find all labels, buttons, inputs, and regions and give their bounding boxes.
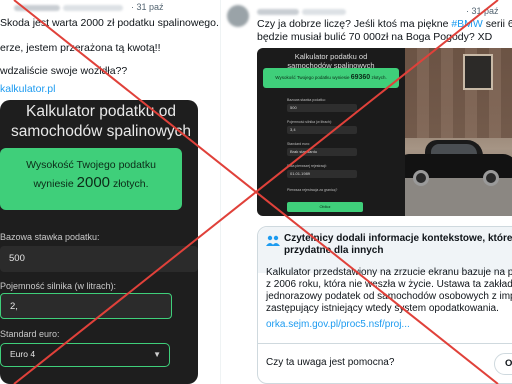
base-rate-label: Bazowa stawka podatku: xyxy=(0,232,100,242)
tax-result-amount: 2000 xyxy=(76,174,111,191)
community-note-title-line-1: Czytelnicy dodali informacje kontekstowe… xyxy=(284,233,512,244)
mini-checkbox-label: Pierwsza rejestracja za granicą? xyxy=(287,188,338,192)
community-note-body-line-4: zastępujący istniejący wtedy system opod… xyxy=(266,303,499,314)
euro-standard-label: Standard euro: xyxy=(0,329,60,339)
community-note: Czytelnicy dodali informacje kontekstowe… xyxy=(257,226,512,384)
car-window xyxy=(431,144,477,154)
chevron-down-icon: ▼ xyxy=(153,350,161,359)
left-tweet-text-line-3: wdzaliście swoje wozidła?? xyxy=(0,65,128,77)
calculator-screenshot: Kalkulator podatku od samochodów spalino… xyxy=(0,100,198,384)
author-handle-blurred xyxy=(63,4,123,11)
engine-capacity-input[interactable]: 2, xyxy=(0,293,172,319)
rate-it-button[interactable]: O xyxy=(494,353,512,375)
hashtag-link[interactable]: #BMW xyxy=(451,18,483,30)
attached-calculator-image[interactable]: Kalkulator podatku od samochodów spalino… xyxy=(257,48,405,216)
tax-result-unit: złotych. xyxy=(112,178,149,190)
mini-date-label: Data pierwszej rejestracji: xyxy=(287,164,327,168)
base-rate-input[interactable]: 500 xyxy=(0,246,198,272)
calculator-title-line-2: samochodów spalinowych xyxy=(10,123,192,140)
right-tweet-timestamp[interactable]: 31 paź xyxy=(472,6,499,16)
tax-result-line-2: wyniesie 2000 złotych. xyxy=(0,174,182,193)
mini-engine-label: Pojemność silnika (w litrach): xyxy=(287,120,333,124)
photo-window xyxy=(463,54,493,90)
tax-result-prefix: wyniesie xyxy=(33,178,74,190)
avatar[interactable] xyxy=(227,5,249,27)
people-icon xyxy=(266,235,280,246)
euro-standard-select[interactable]: Euro 4 ▼ xyxy=(0,343,170,367)
mini-tax-unit: złotych. xyxy=(371,75,387,80)
left-tweet-timestamp[interactable]: 31 paź xyxy=(137,2,164,12)
community-note-divider xyxy=(258,343,512,344)
attached-car-photo[interactable] xyxy=(405,48,512,216)
tax-result-line-1: Wysokość Twojego podatku xyxy=(26,159,156,171)
mini-tax-result-box: Wysokość Twojego podatku wyniesie 69360 … xyxy=(263,68,399,88)
right-tweet: · 31 paź Czy ja dobrze liczę? Jeśli ktoś… xyxy=(220,0,512,384)
right-tweet-text-part-1: Czy ja dobrze liczę? Jeśli ktoś ma piękn… xyxy=(257,18,452,30)
photo-building-wall xyxy=(405,48,512,138)
engine-capacity-label: Pojemność silnika (w litrach): xyxy=(0,281,117,291)
community-note-body-line-3: jednorazowy podatek od samochodów osobow… xyxy=(266,291,512,302)
community-note-title: Czytelnicy dodali informacje kontekstowe… xyxy=(284,233,512,257)
community-note-source-link[interactable]: orka.sejm.gov.pl/proc5.nsf/proj... xyxy=(266,319,410,330)
community-note-body-line-1: Kalkulator przedstawiony na zrzucie ekra… xyxy=(266,267,512,278)
author-name-blurred xyxy=(257,8,299,15)
mini-calculate-button: Oblicz xyxy=(287,202,363,212)
author-name-blurred xyxy=(14,4,60,11)
left-tweet-link[interactable]: kalkulator.pl xyxy=(0,83,55,95)
right-tweet-meta: · 31 paź xyxy=(257,6,499,16)
mini-date-input: 01.01.1989 xyxy=(287,170,357,178)
right-tweet-text-line-2: będzie musiał bulić 70 000zł na Boga Pog… xyxy=(257,31,493,43)
calculator-title-line-1: Kalkulator podatku od xyxy=(26,103,176,120)
left-tweet-meta: · 31 paź xyxy=(14,2,164,12)
mini-tax-text: Wysokość Twojego podatku wyniesie xyxy=(275,75,350,80)
left-tweet: · 31 paź Skoda jest warta 2000 zł podatk… xyxy=(0,0,240,384)
tax-result-box: Wysokość Twojego podatku wyniesie 2000 z… xyxy=(0,148,182,210)
calculator-title: Kalkulator podatku od samochodów spalino… xyxy=(4,102,198,142)
author-handle-blurred xyxy=(302,8,346,15)
mini-base-rate-input: 500 xyxy=(287,104,357,112)
mini-tax-amount: 69360 xyxy=(350,74,371,81)
mini-calculator-title-line-1: Kalkulator podatku od xyxy=(294,52,368,61)
mini-base-rate-label: Bazowa stawka podatku: xyxy=(287,98,326,102)
car-rear-wheel xyxy=(483,170,499,186)
helpful-question: Czy ta uwaga jest pomocna? xyxy=(266,357,395,368)
bmw-car-illustration xyxy=(405,140,512,188)
car-front-wheel xyxy=(413,170,429,186)
community-note-body-line-2: z 2006 roku, która nie weszła w życie. U… xyxy=(266,279,512,290)
mini-engine-input: 3,4 xyxy=(287,126,357,134)
left-tweet-text-line-2: erze, jestem przerażona tą kwotą!! xyxy=(0,42,161,54)
euro-standard-value: Euro 4 xyxy=(10,349,36,359)
left-tweet-text-line-1: Skoda jest warta 2000 zł podatku spalino… xyxy=(0,17,219,29)
mini-euro-label: Standard euro: xyxy=(287,142,311,146)
mini-euro-select: Brak standardu xyxy=(287,148,357,156)
right-tweet-text-line-1: Czy ja dobrze liczę? Jeśli ktoś ma piękn… xyxy=(257,18,512,31)
community-note-title-line-2: przydatne dla innych xyxy=(284,245,384,256)
right-tweet-text-part-2: serii 6 z 1989 roku xyxy=(485,18,512,30)
